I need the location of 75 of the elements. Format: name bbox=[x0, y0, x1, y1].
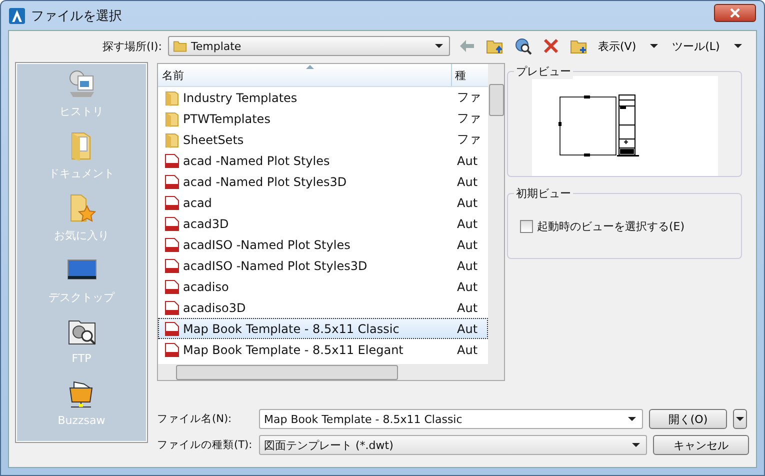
file-type: Aut bbox=[456, 154, 479, 168]
file-name: acad -Named Plot Styles bbox=[183, 154, 330, 168]
folder-icon bbox=[164, 132, 180, 148]
open-options-button[interactable] bbox=[733, 409, 747, 429]
file-type: Aut bbox=[456, 196, 479, 210]
file-row[interactable]: acadISO -Named Plot Styles Aut bbox=[158, 234, 488, 255]
initial-view-title: 初期ビュー bbox=[514, 186, 573, 201]
window-title: ファイルを選択 bbox=[31, 8, 123, 24]
file-type: ファ bbox=[456, 131, 482, 148]
file-type: Aut bbox=[456, 280, 479, 294]
file-row[interactable]: acadiso3D Aut bbox=[158, 297, 488, 318]
file-row[interactable]: PTWTemplates ファ bbox=[158, 108, 488, 129]
tools-menu[interactable]: ツール(L) bbox=[670, 38, 722, 54]
file-row[interactable]: Map Book Template - 8.5x11 Classic Aut bbox=[158, 318, 488, 339]
file-name-field[interactable]: Map Book Template - 8.5x11 Classic bbox=[259, 409, 643, 429]
file-row[interactable]: Map Book Template - 8.5x11 Elegant Aut bbox=[158, 339, 488, 360]
file-name: acad -Named Plot Styles3D bbox=[183, 174, 347, 188]
file-type: Aut bbox=[456, 174, 479, 188]
file-type: Aut bbox=[456, 216, 479, 230]
file-type: Aut bbox=[456, 322, 479, 336]
caret-icon bbox=[435, 44, 443, 48]
look-in-dropdown[interactable]: Template bbox=[168, 36, 450, 56]
horizontal-scrollbar[interactable] bbox=[158, 364, 504, 380]
file-name: acadiso3D bbox=[183, 300, 246, 314]
file-name: acadISO -Named Plot Styles bbox=[183, 238, 350, 252]
file-type: ファ bbox=[456, 89, 482, 106]
column-header[interactable]: 名前 bbox=[158, 64, 452, 86]
file-row[interactable]: acadISO -Named Plot Styles3D Aut bbox=[158, 255, 488, 276]
caret-icon bbox=[736, 417, 744, 421]
close-button[interactable] bbox=[714, 4, 756, 22]
caret-icon bbox=[632, 443, 640, 447]
file-name: acad3D bbox=[183, 216, 229, 230]
folder-icon bbox=[164, 110, 180, 126]
file-row[interactable]: acad -Named Plot Styles Aut bbox=[158, 150, 488, 171]
file-row[interactable]: acad -Named Plot Styles3D Aut bbox=[158, 171, 488, 192]
caret-icon[interactable] bbox=[734, 44, 742, 48]
sort-arrow-icon bbox=[306, 65, 314, 69]
file-type: ファ bbox=[456, 110, 482, 127]
file-type: Aut bbox=[456, 238, 479, 252]
file-row[interactable]: Industry Templates ファ bbox=[158, 87, 488, 108]
file-row[interactable]: acad Aut bbox=[158, 192, 488, 213]
file-name: acad bbox=[183, 196, 212, 210]
vertical-scrollbar[interactable] bbox=[488, 64, 504, 364]
file-type-dropdown[interactable]: 図面テンプレート (*.dwt) bbox=[259, 435, 647, 455]
caret-icon bbox=[628, 417, 636, 421]
file-row[interactable]: acadiso Aut bbox=[158, 276, 488, 297]
view-menu[interactable]: 表示(V) bbox=[596, 38, 638, 54]
file-name: SheetSets bbox=[183, 132, 244, 146]
open-button[interactable]: 開く(O) bbox=[649, 409, 727, 429]
caret-icon[interactable] bbox=[650, 44, 658, 48]
file-name: acadiso bbox=[183, 280, 229, 294]
delete-icon[interactable] bbox=[542, 37, 560, 55]
preview-title: プレビュー bbox=[514, 64, 573, 79]
checkbox-label: 起動時のビューを選択する(E) bbox=[537, 218, 685, 234]
file-type: Aut bbox=[456, 342, 479, 356]
file-row[interactable]: SheetSets ファ bbox=[158, 129, 488, 150]
file-name-label: ファイル名(N): bbox=[157, 412, 233, 426]
look-in-label: 探す場所(I): bbox=[101, 38, 162, 54]
search-web-icon[interactable] bbox=[514, 37, 532, 55]
file-name: Map Book Template - 8.5x11 Classic bbox=[183, 322, 400, 336]
file-type-label: ファイルの種類(T): bbox=[157, 438, 253, 452]
file-row[interactable]: acad3D Aut bbox=[158, 213, 488, 234]
file-type: Aut bbox=[456, 300, 479, 314]
cancel-button[interactable]: キャンセル bbox=[653, 435, 749, 455]
column-header[interactable]: 種 bbox=[452, 64, 488, 86]
file-name: PTWTemplates bbox=[183, 112, 270, 126]
file-type: Aut bbox=[456, 258, 479, 272]
close-icon bbox=[730, 8, 740, 18]
file-name: Map Book Template - 8.5x11 Elegant bbox=[183, 342, 404, 356]
folder-icon bbox=[173, 39, 187, 53]
file-name: Industry Templates bbox=[183, 90, 298, 104]
folder-icon bbox=[164, 90, 180, 106]
file-name: acadISO -Named Plot Styles3D bbox=[183, 258, 368, 272]
checkbox[interactable] bbox=[520, 220, 533, 232]
app-logo-icon bbox=[9, 8, 25, 24]
